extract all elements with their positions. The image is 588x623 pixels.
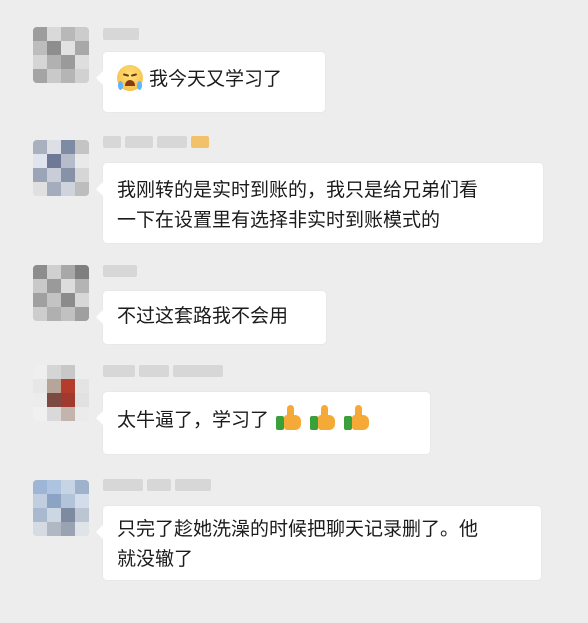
message-text: 太牛逼了，学习了 — [117, 409, 270, 431]
message-bubble[interactable]: 我刚转的是实时到账的，我只是给兄弟们看 一下在设置里有选择非实时到账模式的 — [96, 163, 543, 243]
sender-name — [103, 364, 223, 378]
avatar[interactable] — [33, 265, 89, 321]
message-bubble[interactable]: 不过这套路我不会用 — [96, 291, 326, 344]
avatar[interactable] — [33, 480, 89, 536]
message-text-line: 我刚转的是实时到账的，我只是给兄弟们看 — [117, 179, 479, 201]
thumbs-up-icon — [343, 404, 371, 432]
message-bubble[interactable]: 我今天又学习了 — [96, 52, 325, 112]
avatar[interactable] — [33, 140, 89, 196]
sender-name — [103, 27, 139, 41]
message-text-line: 一下在设置里有选择非实时到账模式的 — [117, 209, 441, 231]
thumbs-up-icon — [309, 404, 337, 432]
message-bubble[interactable]: 太牛逼了，学习了 — [96, 392, 430, 454]
avatar[interactable] — [33, 27, 89, 83]
message-text: 我今天又学习了 — [149, 68, 283, 90]
message-text-line: 只完了趁她洗澡的时候把聊天记录删了。他 — [117, 518, 479, 540]
message-text-line: 就没辙了 — [117, 548, 194, 570]
sender-name — [103, 135, 209, 149]
sender-name — [103, 478, 211, 492]
avatar[interactable] — [33, 365, 89, 421]
message-bubble[interactable]: 只完了趁她洗澡的时候把聊天记录删了。他 就没辙了 — [96, 506, 541, 580]
sender-name — [103, 264, 137, 278]
crying-laughing-face-icon — [117, 65, 143, 91]
message-text: 不过这套路我不会用 — [117, 305, 289, 327]
thumbs-up-icon — [275, 404, 303, 432]
